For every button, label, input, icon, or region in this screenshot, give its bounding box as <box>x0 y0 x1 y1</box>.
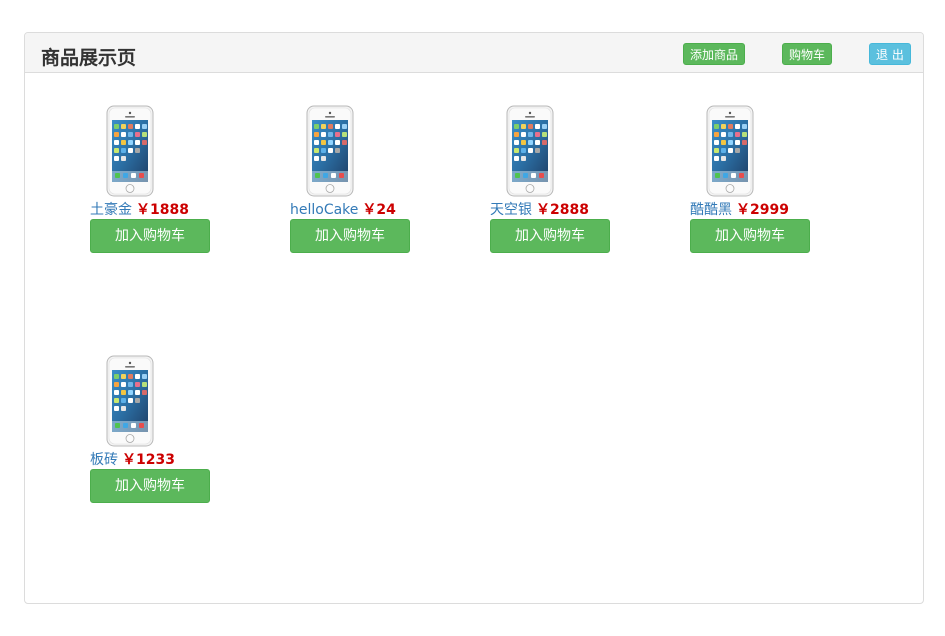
product-caption: 天空银 ￥2888 <box>490 201 589 219</box>
product-price: ￥1233 <box>122 452 175 468</box>
product-name[interactable]: 土豪金 <box>90 202 132 218</box>
page-title: 商品展示页 <box>41 47 137 69</box>
product-price: ￥24 <box>362 202 396 218</box>
product-price: ￥2888 <box>536 202 589 218</box>
product-name[interactable]: helloCake <box>290 202 358 218</box>
product-caption: 板砖 ￥1233 <box>90 451 175 469</box>
product-name[interactable]: 酷酷黑 <box>690 202 732 218</box>
product-image[interactable] <box>106 105 154 197</box>
product-card: 天空银 ￥2888 加入购物车 <box>490 105 650 265</box>
panel-header: 商品展示页 添加商品 购物车 退 出 <box>25 33 923 73</box>
add-to-cart-button[interactable]: 加入购物车 <box>490 219 610 253</box>
add-to-cart-button[interactable]: 加入购物车 <box>690 219 810 253</box>
product-image[interactable] <box>506 105 554 197</box>
product-price: ￥2999 <box>736 202 789 218</box>
product-name[interactable]: 天空银 <box>490 202 532 218</box>
product-image[interactable] <box>306 105 354 197</box>
add-to-cart-button[interactable]: 加入购物车 <box>290 219 410 253</box>
product-card: 酷酷黑 ￥2999 加入购物车 <box>690 105 850 265</box>
product-caption: 土豪金 ￥1888 <box>90 201 189 219</box>
add-product-button[interactable]: 添加商品 <box>683 43 746 65</box>
product-price: ￥1888 <box>136 202 189 218</box>
add-to-cart-button[interactable]: 加入购物车 <box>90 469 210 503</box>
product-caption: 酷酷黑 ￥2999 <box>690 201 789 219</box>
product-card: helloCake ￥24 加入购物车 <box>290 105 450 265</box>
product-card: 土豪金 ￥1888 加入购物车 <box>90 105 250 265</box>
product-panel: 商品展示页 添加商品 购物车 退 出 土豪金 ￥1888 加入购物车 helloC… <box>24 32 924 604</box>
product-name[interactable]: 板砖 <box>90 452 118 468</box>
product-card: 板砖 ￥1233 加入购物车 <box>90 355 250 515</box>
product-caption: helloCake ￥24 <box>290 201 396 219</box>
logout-button[interactable]: 退 出 <box>869 43 911 65</box>
product-image[interactable] <box>106 355 154 447</box>
cart-button[interactable]: 购物车 <box>782 43 833 65</box>
product-image[interactable] <box>706 105 754 197</box>
add-to-cart-button[interactable]: 加入购物车 <box>90 219 210 253</box>
